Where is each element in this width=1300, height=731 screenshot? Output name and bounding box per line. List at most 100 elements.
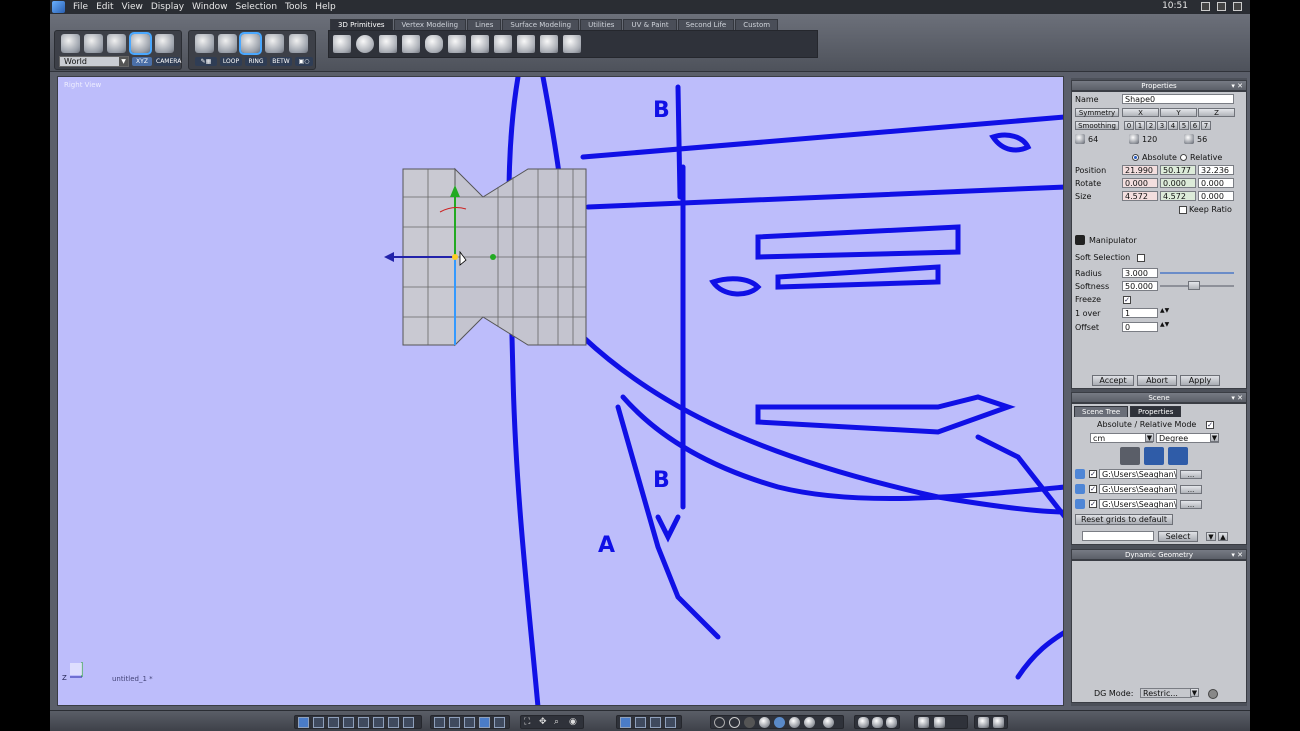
- cylinder-icon[interactable]: [425, 35, 443, 53]
- paint-select-icon[interactable]: [107, 34, 126, 53]
- between-button[interactable]: BETW: [270, 57, 292, 66]
- wireframe-sphere-icon[interactable]: [714, 717, 725, 728]
- xyz-toggle[interactable]: XYZ: [132, 57, 152, 66]
- text-primitive-icon[interactable]: [563, 35, 581, 53]
- keep-ratio-checkbox[interactable]: [1179, 206, 1187, 214]
- scale-tool-icon[interactable]: [155, 34, 174, 53]
- loop-button[interactable]: LOOP: [220, 57, 242, 66]
- tab-3d-primitives[interactable]: 3D Primitives: [330, 19, 393, 30]
- tab-second-life[interactable]: Second Life: [677, 19, 735, 30]
- smoothing-3[interactable]: 3: [1157, 121, 1167, 130]
- rotate-z-field[interactable]: 0.000: [1198, 178, 1234, 188]
- vertex-mode-icon[interactable]: [265, 34, 284, 53]
- apply-button[interactable]: Apply: [1180, 375, 1220, 386]
- menu-window[interactable]: Window: [188, 2, 232, 12]
- rotate-x-field[interactable]: 0.000: [1122, 178, 1158, 188]
- viewport-canvas[interactable]: B B A Z: [58, 77, 1064, 706]
- size-z-field[interactable]: 0.000: [1198, 191, 1234, 201]
- smoothing-button[interactable]: Smoothing: [1075, 121, 1119, 130]
- plane-icon[interactable]: [379, 35, 397, 53]
- softness-field[interactable]: 50.000: [1122, 281, 1158, 291]
- relative-radio[interactable]: [1180, 154, 1187, 161]
- radius-field[interactable]: 3.000: [1122, 268, 1158, 278]
- layout-split-h-icon[interactable]: [343, 717, 354, 728]
- viewport-right-view[interactable]: B B A Z Right View untitled_1 *: [57, 76, 1064, 706]
- camera-snapshot-icon[interactable]: [993, 717, 1004, 728]
- object-axis-icon[interactable]: [886, 717, 897, 728]
- grid-view-icon[interactable]: [434, 717, 445, 728]
- pan-icon[interactable]: ✥: [539, 717, 550, 728]
- layout-three-icon[interactable]: [328, 717, 339, 728]
- smoothing-6[interactable]: 6: [1190, 121, 1200, 130]
- render-icon[interactable]: [978, 717, 989, 728]
- position-x-field[interactable]: 21.990: [1122, 165, 1158, 175]
- name-field[interactable]: Shape0: [1122, 94, 1234, 104]
- size-x-field[interactable]: 4.572: [1122, 191, 1158, 201]
- softness-slider-handle[interactable]: [1188, 281, 1200, 290]
- object-mode-icon[interactable]: [195, 34, 214, 53]
- layout-single-icon[interactable]: [298, 717, 309, 728]
- position-z-field[interactable]: 32.236: [1198, 165, 1234, 175]
- rotate-y-field[interactable]: 0.000: [1160, 178, 1196, 188]
- menu-help[interactable]: Help: [311, 2, 340, 12]
- size-y-field[interactable]: 4.572: [1160, 191, 1196, 201]
- select-arrow-icon[interactable]: [61, 34, 80, 53]
- fit-view-icon[interactable]: ⛶: [524, 717, 535, 728]
- tab-surface-modeling[interactable]: Surface Modeling: [502, 19, 580, 30]
- measure-tool-icon[interactable]: [635, 717, 646, 728]
- over-spinner-icon[interactable]: ▲▼: [1160, 307, 1169, 314]
- cone-icon[interactable]: [448, 35, 466, 53]
- tab-uv-paint[interactable]: UV & Paint: [623, 19, 677, 30]
- symmetry-z-button[interactable]: Z: [1198, 108, 1235, 117]
- geosphere-icon[interactable]: [540, 35, 558, 53]
- render-sphere-icon[interactable]: [823, 717, 834, 728]
- face-mode-icon[interactable]: [218, 34, 237, 53]
- tab-vertex-modeling[interactable]: Vertex Modeling: [393, 19, 467, 30]
- menu-tools[interactable]: Tools: [281, 2, 311, 12]
- chevron-down-icon[interactable]: ▼: [1190, 688, 1199, 697]
- lit-sphere-icon[interactable]: [804, 717, 815, 728]
- rotate-tool-icon[interactable]: [129, 32, 152, 55]
- ring-button[interactable]: RING: [245, 57, 267, 66]
- smoothing-2[interactable]: 2: [1146, 121, 1156, 130]
- menu-display[interactable]: Display: [147, 2, 188, 12]
- close-window-button[interactable]: [1233, 2, 1242, 11]
- grid2-browse-button[interactable]: ...: [1180, 485, 1202, 494]
- select-button[interactable]: Select: [1158, 531, 1198, 542]
- grid1-checkbox[interactable]: ✓: [1089, 470, 1097, 478]
- brush-select-icon[interactable]: ✎▦: [195, 57, 217, 66]
- abort-button[interactable]: Abort: [1137, 375, 1177, 386]
- edge-mode-icon[interactable]: [239, 32, 262, 55]
- offset-field[interactable]: 0: [1122, 322, 1158, 332]
- disc-icon[interactable]: [494, 35, 512, 53]
- grid3-browse-button[interactable]: ...: [1180, 500, 1202, 509]
- object-box-icon[interactable]: [872, 717, 883, 728]
- soft-selection-checkbox[interactable]: [1137, 254, 1145, 262]
- menu-view[interactable]: View: [118, 2, 147, 12]
- tube-icon[interactable]: [402, 35, 420, 53]
- tab-scene-properties[interactable]: Properties: [1130, 406, 1182, 417]
- paint-icon[interactable]: [918, 717, 929, 728]
- freeze-checkbox[interactable]: ✓: [1123, 296, 1131, 304]
- background-toggle-icon[interactable]: [1168, 447, 1188, 465]
- tab-custom[interactable]: Custom: [735, 19, 779, 30]
- smoothing-1[interactable]: 1: [1135, 121, 1145, 130]
- over-field[interactable]: 1: [1122, 308, 1158, 318]
- coordinate-system-select[interactable]: World ▼: [59, 56, 129, 67]
- grid1-browse-button[interactable]: ...: [1180, 470, 1202, 479]
- dg-mode-select[interactable]: Restric...: [1140, 688, 1192, 698]
- grid1-path-field[interactable]: G:\Users\Seaghan\: [1099, 469, 1177, 479]
- eye-icon[interactable]: ◉: [569, 717, 580, 728]
- smoothing-5[interactable]: 5: [1179, 121, 1189, 130]
- radius-slider[interactable]: [1160, 272, 1234, 274]
- layout-quad-icon[interactable]: [313, 717, 324, 728]
- maximize-button[interactable]: [1217, 2, 1226, 11]
- layout-split-v-icon[interactable]: [358, 717, 369, 728]
- grid3-path-field[interactable]: G:\Users\Seaghan\: [1099, 499, 1177, 509]
- select-up-icon[interactable]: ▲: [1218, 532, 1228, 541]
- smoothing-7[interactable]: 7: [1201, 121, 1211, 130]
- table-view-icon[interactable]: [464, 717, 475, 728]
- tab-scene-tree[interactable]: Scene Tree: [1074, 406, 1129, 417]
- select-down-icon[interactable]: ▼: [1206, 532, 1216, 541]
- lasso-icon[interactable]: [84, 34, 103, 53]
